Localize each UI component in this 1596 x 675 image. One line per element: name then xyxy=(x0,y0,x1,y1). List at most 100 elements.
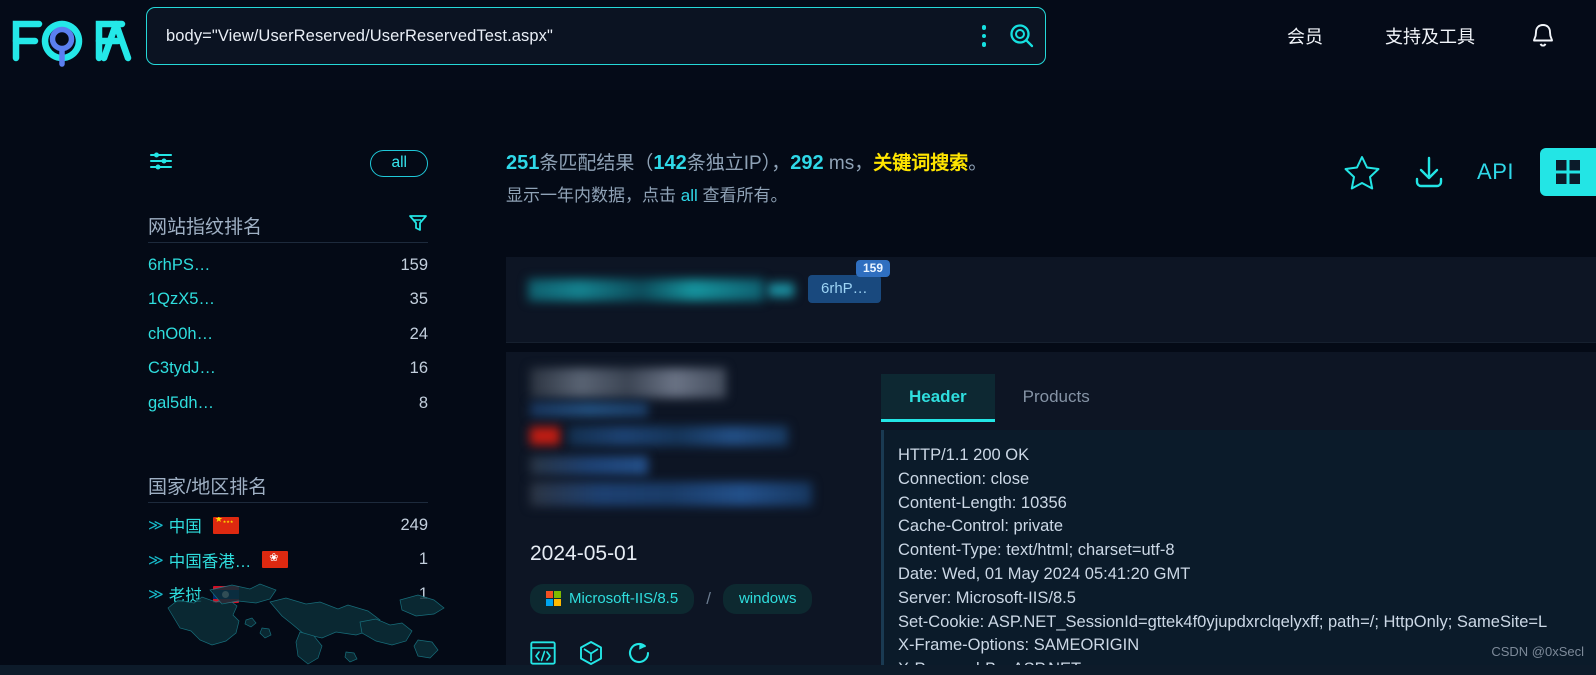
code-window-icon[interactable] xyxy=(530,641,556,665)
summary-line-2: 显示一年内数据，点击 all 查看所有。 xyxy=(506,181,1146,211)
star-icon[interactable] xyxy=(1343,153,1381,191)
result-card[interactable]: 6rhP… 159 xyxy=(506,257,1596,342)
chevron-right-icon: ≫ xyxy=(148,517,164,535)
result-meta-panel: 2024-05-01 Microsoft-IIS/8.5 / windows xyxy=(506,352,881,675)
refresh-icon[interactable] xyxy=(626,640,652,666)
redacted-geo-text xyxy=(568,426,788,446)
elapsed-ms: 292 xyxy=(790,152,824,174)
fingerprint-list: 6rhPS… 159 1QzX5… 35 chO0h… 24 C3tydJ… 1… xyxy=(148,248,428,421)
time-unit: ms， xyxy=(828,153,874,174)
country-label: 中国 xyxy=(168,518,202,537)
mode-suffix: 。 xyxy=(968,153,988,174)
result-action-icons xyxy=(530,640,652,666)
fingerprint-count: 35 xyxy=(409,290,428,309)
fingerprint-panel-title: 网站指纹排名 xyxy=(148,217,263,238)
list-item[interactable]: 1QzX5… 35 xyxy=(148,283,428,318)
technology-chips: Microsoft-IIS/8.5 / windows xyxy=(530,584,813,614)
results-main: 251条匹配结果（142条独立IP），292 ms，关键词搜索。 显示一年内数据… xyxy=(470,90,1596,675)
cube-icon[interactable] xyxy=(578,640,604,666)
csdn-watermark: CSDN @0xSecl xyxy=(1491,644,1584,659)
header-line: Content-Length: 10356 xyxy=(898,493,1067,512)
api-button[interactable]: API xyxy=(1477,159,1514,185)
results-action-bar: API xyxy=(1343,148,1596,196)
fingerprint-count: 159 xyxy=(400,255,428,274)
fingerprint-label: chO0h… xyxy=(148,324,214,343)
header-line: Connection: close xyxy=(898,469,1030,488)
country-count: 249 xyxy=(400,515,428,534)
note-prefix: 显示一年内数据，点击 xyxy=(506,186,681,205)
fingerprint-tag-badge: 159 xyxy=(856,260,891,277)
result-detail-panel: Header Products HTTP/1.1 200 OK Connecti… xyxy=(881,352,1596,675)
note-suffix: 查看所有。 xyxy=(697,186,788,205)
fingerprint-label: gal5dh… xyxy=(148,393,215,412)
redacted-asn xyxy=(530,456,648,475)
list-item[interactable]: chO0h… 24 xyxy=(148,317,428,352)
all-results-link[interactable]: all xyxy=(681,186,698,205)
fofa-logo-icon xyxy=(12,20,132,67)
download-icon[interactable] xyxy=(1411,153,1447,191)
bottom-strip xyxy=(0,665,1596,675)
fingerprint-label: C3tydJ… xyxy=(148,359,216,378)
search-bar[interactable] xyxy=(146,7,1046,65)
redacted-geo xyxy=(530,427,560,445)
chip-label: Microsoft-IIS/8.5 xyxy=(569,590,679,607)
tab-header[interactable]: Header xyxy=(881,374,995,422)
kebab-menu-icon[interactable] xyxy=(969,25,999,47)
fofa-search-page: 会员 支持及工具 xyxy=(0,0,1596,675)
header-line: Server: Microsoft-IIS/8.5 xyxy=(898,588,1076,607)
header-line: HTTP/1.1 200 OK xyxy=(898,446,1030,464)
redacted-title xyxy=(530,368,726,398)
total-suffix: 条匹配结果（ xyxy=(539,153,654,174)
detail-tabs: Header Products xyxy=(881,374,1118,422)
list-item[interactable]: C3tydJ… 16 xyxy=(148,352,428,387)
http-header-output[interactable]: HTTP/1.1 200 OK Connection: close Conten… xyxy=(881,430,1596,675)
nav-member[interactable]: 会员 xyxy=(1287,23,1323,49)
fingerprint-count: 8 xyxy=(418,393,428,412)
nav-support-tools[interactable]: 支持及工具 xyxy=(1385,23,1475,49)
fofa-logo[interactable] xyxy=(0,0,140,72)
redacted-host-tail xyxy=(768,283,794,297)
all-filter-pill[interactable]: all xyxy=(370,150,428,177)
fingerprint-label: 1QzX5… xyxy=(148,290,215,309)
search-icon[interactable] xyxy=(999,23,1045,49)
search-mode-label: 关键词搜索 xyxy=(873,153,969,174)
header-line: Set-Cookie: ASP.NET_SessionId=gttek4f0yj… xyxy=(898,612,1548,631)
sliders-filter-icon[interactable] xyxy=(148,148,174,179)
fingerprint-label: 6rhPS… xyxy=(148,255,211,274)
sidebar-tools: all xyxy=(148,148,428,179)
microsoft-icon xyxy=(546,591,561,606)
list-item[interactable]: ≫ 中国 249 xyxy=(148,508,428,543)
chip-windows[interactable]: windows xyxy=(722,584,813,614)
redacted-host xyxy=(528,279,764,301)
country-divider xyxy=(148,502,428,503)
results-summary: 251条匹配结果（142条独立IP），292 ms，关键词搜索。 显示一年内数据… xyxy=(506,148,1146,211)
top-bar: 会员 支持及工具 xyxy=(0,0,1596,90)
header-line: Date: Wed, 01 May 2024 05:41:20 GMT xyxy=(898,564,1191,583)
fingerprint-tag[interactable]: 6rhP… xyxy=(808,275,881,303)
funnel-filter-icon[interactable] xyxy=(408,213,428,238)
fingerprint-count: 24 xyxy=(409,324,428,343)
result-date: 2024-05-01 xyxy=(530,542,638,565)
world-map-graphic xyxy=(167,583,445,665)
header-line: Content-Type: text/html; charset=utf-8 xyxy=(898,541,1175,560)
list-item[interactable]: gal5dh… 8 xyxy=(148,386,428,421)
redacted-url xyxy=(530,402,648,417)
country-panel-title: 国家/地区排名 xyxy=(148,477,268,498)
result-card[interactable]: 2024-05-01 Microsoft-IIS/8.5 / windows H… xyxy=(506,352,1596,675)
tab-products[interactable]: Products xyxy=(995,374,1118,422)
fingerprint-panel-header: 网站指纹排名 xyxy=(148,212,428,239)
chip-separator: / xyxy=(706,589,711,608)
sidebar: all 网站指纹排名 6rhPS… 159 1QzX5… 35 chO0h… 2… xyxy=(0,90,470,675)
grid-view-icon xyxy=(1556,160,1580,184)
total-count: 251 xyxy=(506,152,540,174)
search-input[interactable] xyxy=(147,26,969,46)
redacted-org xyxy=(530,482,812,506)
list-item[interactable]: 6rhPS… 159 xyxy=(148,248,428,283)
top-navigation: 会员 支持及工具 xyxy=(1287,22,1596,50)
summary-line-1: 251条匹配结果（142条独立IP），292 ms，关键词搜索。 xyxy=(506,148,1146,179)
grid-view-toggle[interactable] xyxy=(1540,148,1596,196)
chip-microsoft-iis[interactable]: Microsoft-IIS/8.5 xyxy=(530,584,695,614)
header-line: Cache-Control: private xyxy=(898,517,1064,536)
bell-icon[interactable] xyxy=(1530,22,1556,50)
chip-label: windows xyxy=(738,590,797,607)
